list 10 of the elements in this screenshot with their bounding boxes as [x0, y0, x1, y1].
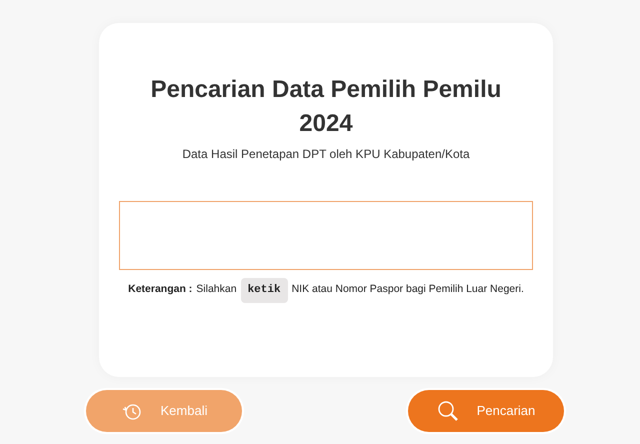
search-button[interactable]: Pencarian — [408, 390, 564, 432]
note-label: Keterangan : — [128, 282, 192, 298]
subtitle: Data Hasil Penetapan DPT oleh KPU Kabupaten/Kota — [181, 146, 471, 163]
key-chip: ketik — [240, 278, 288, 302]
note-text: NIK atau Nomor Paspor bagi Pemilih Luar Negeri. — [292, 282, 524, 298]
search-icon — [436, 400, 459, 422]
note-text: Silahkan — [196, 282, 237, 298]
back-button[interactable]: Kembali — [86, 390, 242, 432]
page-title: Pencarian Data Pemilih Pemilu 2024 — [150, 75, 502, 139]
search-field[interactable] — [119, 201, 533, 270]
